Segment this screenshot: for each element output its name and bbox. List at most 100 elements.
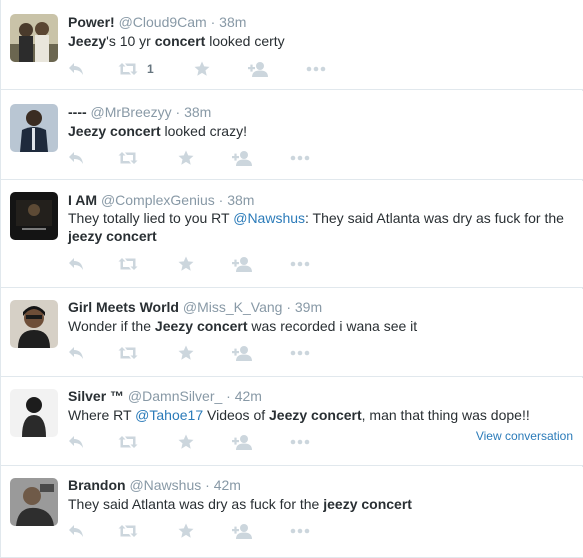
favorite-button[interactable] — [178, 149, 194, 167]
reply-icon — [68, 257, 84, 271]
follow-button[interactable] — [232, 255, 252, 273]
tweet-text-segment: was recorded i wana see it — [247, 318, 418, 334]
follow-button[interactable] — [232, 522, 252, 540]
timestamp[interactable]: 38m — [184, 104, 211, 120]
timestamp[interactable]: 42m — [214, 477, 241, 493]
star-icon — [178, 345, 194, 361]
username[interactable]: @DamnSilver_ — [128, 388, 222, 404]
fullname[interactable]: ---- — [68, 104, 87, 120]
reply-button[interactable] — [68, 149, 84, 167]
more-icon — [306, 66, 326, 72]
username[interactable]: @MrBreezyy — [91, 104, 172, 120]
more-button[interactable] — [290, 433, 310, 451]
retweet-button[interactable] — [118, 522, 138, 540]
reply-button[interactable] — [68, 344, 84, 362]
separator: · — [226, 388, 231, 404]
reply-button[interactable] — [68, 60, 84, 78]
retweet-icon — [118, 257, 138, 271]
favorite-button[interactable] — [178, 255, 194, 273]
fullname[interactable]: Brandon — [68, 477, 126, 493]
tweet-header: Brandon @Nawshus · 42m — [68, 476, 241, 494]
retweet-button[interactable] — [118, 344, 138, 362]
retweet-button[interactable] — [118, 433, 138, 451]
avatar[interactable] — [10, 14, 58, 62]
separator: · — [286, 299, 291, 315]
follow-button[interactable] — [232, 344, 252, 362]
more-button[interactable] — [290, 522, 310, 540]
fullname[interactable]: Girl Meets World — [68, 299, 179, 315]
more-button[interactable] — [290, 344, 310, 362]
separator: · — [210, 14, 216, 30]
retweet-button[interactable] — [118, 149, 138, 167]
tweet-stream: Power! @Cloud9Cam · 38m Jeezy's 10 yr co… — [0, 0, 583, 558]
tweet-header: Girl Meets World @Miss_K_Vang · 39m — [68, 298, 322, 316]
fullname[interactable]: I AM — [68, 192, 97, 208]
tweet-header: Silver ™ @DamnSilver_ · 42m — [68, 387, 262, 405]
username[interactable]: @Nawshus — [129, 477, 201, 493]
avatar[interactable] — [10, 192, 58, 240]
timestamp[interactable]: 38m — [227, 192, 254, 208]
tweet[interactable]: ---- @MrBreezyy · 38m Jeezy concert look… — [1, 91, 583, 180]
tweet[interactable]: Power! @Cloud9Cam · 38m Jeezy's 10 yr co… — [1, 0, 583, 90]
favorite-button[interactable] — [194, 60, 210, 78]
retweet-count: 1 — [147, 62, 154, 76]
more-button[interactable] — [290, 149, 310, 167]
avatar[interactable] — [10, 389, 58, 437]
tweet-text: Wonder if the Jeezy concert was recorded… — [68, 317, 575, 335]
tweet-text-segment: , man that thing was dope!! — [361, 407, 530, 423]
star-icon — [178, 523, 194, 539]
view-conversation-link[interactable]: View conversation — [476, 429, 573, 443]
retweet-icon — [118, 151, 138, 165]
follow-icon — [232, 150, 252, 166]
username[interactable]: @ComplexGenius — [101, 192, 215, 208]
retweet-button[interactable]: 1 — [118, 60, 154, 78]
more-icon — [290, 439, 310, 445]
tweet-text-segment: They said Atlanta was dry as fuck for th… — [68, 496, 324, 512]
fullname[interactable]: Silver ™ — [68, 388, 124, 404]
follow-button[interactable] — [248, 60, 268, 78]
favorite-button[interactable] — [178, 522, 194, 540]
timestamp[interactable]: 42m — [235, 388, 262, 404]
reply-button[interactable] — [68, 433, 84, 451]
tweet-header: I AM @ComplexGenius · 38m — [68, 191, 254, 209]
username[interactable]: @Miss_K_Vang — [183, 299, 283, 315]
tweet[interactable]: I AM @ComplexGenius · 38m They totally l… — [1, 181, 583, 288]
tweet[interactable]: Silver ™ @DamnSilver_ · 42m Where RT @Ta… — [1, 378, 583, 466]
more-button[interactable] — [306, 60, 326, 78]
timestamp[interactable]: 39m — [295, 299, 322, 315]
tweet-header: Power! @Cloud9Cam · 38m — [68, 13, 246, 31]
avatar[interactable] — [10, 104, 58, 152]
avatar[interactable] — [10, 300, 58, 348]
favorite-button[interactable] — [178, 344, 194, 362]
reply-icon — [68, 435, 84, 449]
username[interactable]: @Cloud9Cam — [119, 14, 207, 30]
follow-button[interactable] — [232, 149, 252, 167]
mention-link[interactable]: @Tahoe17 — [135, 407, 203, 423]
tweet[interactable]: Girl Meets World @Miss_K_Vang · 39m Wond… — [1, 289, 583, 377]
tweet-text-segment: : They said Atlanta was dry as fuck for … — [305, 210, 564, 226]
tweet-text-segment: They totally lied to you RT — [68, 210, 234, 226]
retweet-icon — [118, 62, 138, 76]
mention-link[interactable]: @Nawshus — [233, 210, 305, 226]
more-button[interactable] — [290, 255, 310, 273]
highlighted-term: Jeezy concert — [269, 407, 362, 423]
avatar[interactable] — [10, 478, 58, 526]
highlighted-term: Jeezy concert — [154, 318, 248, 334]
follow-button[interactable] — [232, 433, 252, 451]
favorite-button[interactable] — [178, 433, 194, 451]
follow-icon — [232, 256, 252, 272]
retweet-button[interactable] — [118, 255, 138, 273]
tweet-header: ---- @MrBreezyy · 38m — [68, 103, 211, 121]
tweet[interactable]: Brandon @Nawshus · 42m They said Atlanta… — [1, 467, 583, 558]
tweet-text: They totally lied to you RT @Nawshus: Th… — [68, 209, 575, 245]
reply-button[interactable] — [68, 522, 84, 540]
star-icon — [178, 150, 194, 166]
tweet-text-segment: looked certy — [205, 33, 285, 49]
star-icon — [178, 256, 194, 272]
timestamp[interactable]: 38m — [219, 14, 246, 30]
follow-icon — [248, 61, 268, 77]
fullname[interactable]: Power! — [68, 14, 115, 30]
follow-icon — [232, 523, 252, 539]
tweet-text-segment: Where RT — [68, 407, 136, 423]
reply-button[interactable] — [68, 255, 84, 273]
